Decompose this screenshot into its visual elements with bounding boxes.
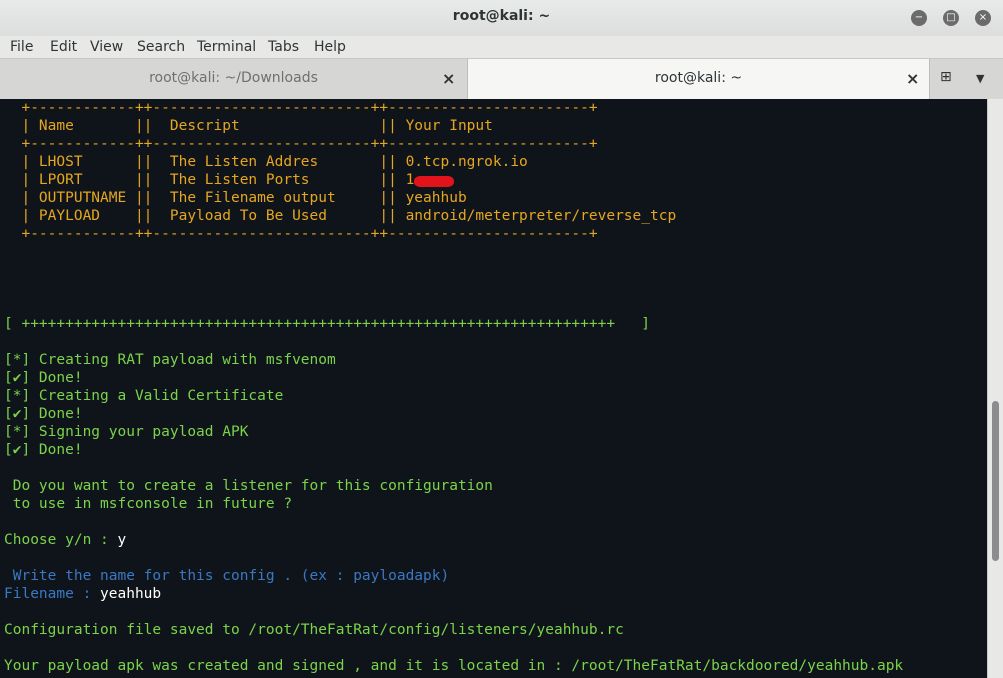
tab-bar: root@kali: ~/Downloads × root@kali: ~ × … [0,58,1003,100]
write-prompt: Write the name for this config . (ex : p… [4,568,450,584]
menu-tabs[interactable]: Tabs [268,39,299,55]
filename-prompt: Filename : [4,586,101,602]
filename-answer: yeahhub [100,586,162,602]
config-saved-line: Configuration file saved to /root/TheFat… [4,622,624,638]
table-border-mid: +------------++-------------------------… [4,136,598,152]
table-row: | LPORT || The Listen Ports || 1 [4,172,415,188]
menu-terminal[interactable]: Terminal [197,39,256,55]
chevron-down-icon[interactable]: ▼ [976,72,984,85]
scrollbar-thumb[interactable] [992,401,999,561]
new-tab-icon[interactable]: ⊞ [940,69,952,85]
question-line: to use in msfconsole in future ? [4,496,293,512]
status-line: [*] Creating a Valid Certificate [4,388,284,404]
tab-home[interactable]: root@kali: ~ × [467,59,930,99]
tab-downloads[interactable]: root@kali: ~/Downloads × [0,59,467,99]
window-title: root@kali: ~ [452,8,551,24]
table-border-bottom: +------------++-------------------------… [4,226,598,242]
minimize-icon[interactable]: − [911,10,927,26]
choose-prompt: Choose y/n : [4,532,118,548]
filename-line: Filename : yeahhub [4,585,161,603]
table-row: | PAYLOAD || Payload To Be Used || andro… [4,208,677,224]
menu-edit[interactable]: Edit [50,39,77,55]
status-line: [*] Creating RAT payload with msfvenom [4,352,336,368]
tab-home-label: root@kali: ~ [654,70,743,86]
apk-created-line: Your payload apk was created and signed … [4,658,904,674]
close-window-icon[interactable]: × [975,10,991,26]
tab-downloads-label: root@kali: ~/Downloads [149,70,318,86]
menu-help[interactable]: Help [314,39,346,55]
scrollbar[interactable] [987,99,1003,678]
close-icon[interactable]: × [906,69,919,88]
close-icon[interactable]: × [442,69,455,88]
menu-view[interactable]: View [90,39,123,55]
table-header: | Name || Descript || Your Input [4,118,493,134]
menu-search[interactable]: Search [137,39,185,55]
status-line: [*] Signing your payload APK [4,424,249,440]
progress-bar: [ ++++++++++++++++++++++++++++++++++++++… [4,316,651,332]
status-line: [✔] Done! [4,370,83,386]
table-row: | LHOST || The Listen Addres || 0.tcp.ng… [4,154,528,170]
maximize-icon[interactable]: □ [943,10,959,26]
status-line: [✔] Done! [4,406,83,422]
redaction-mark [414,176,454,187]
menu-bar: File Edit View Search Terminal Tabs Help [0,36,1003,58]
window-titlebar[interactable]: root@kali: ~ − □ × [0,0,1003,37]
table-border-top: +------------++-------------------------… [4,100,598,116]
table-row: | OUTPUTNAME || The Filename output || y… [4,190,467,206]
choose-line: Choose y/n : y [4,531,126,549]
terminal-output[interactable]: +------------++-------------------------… [0,99,987,678]
choose-answer: y [117,532,127,548]
question-line: Do you want to create a listener for thi… [4,478,493,494]
status-line: [✔] Done! [4,442,83,458]
menu-file[interactable]: File [10,39,33,55]
